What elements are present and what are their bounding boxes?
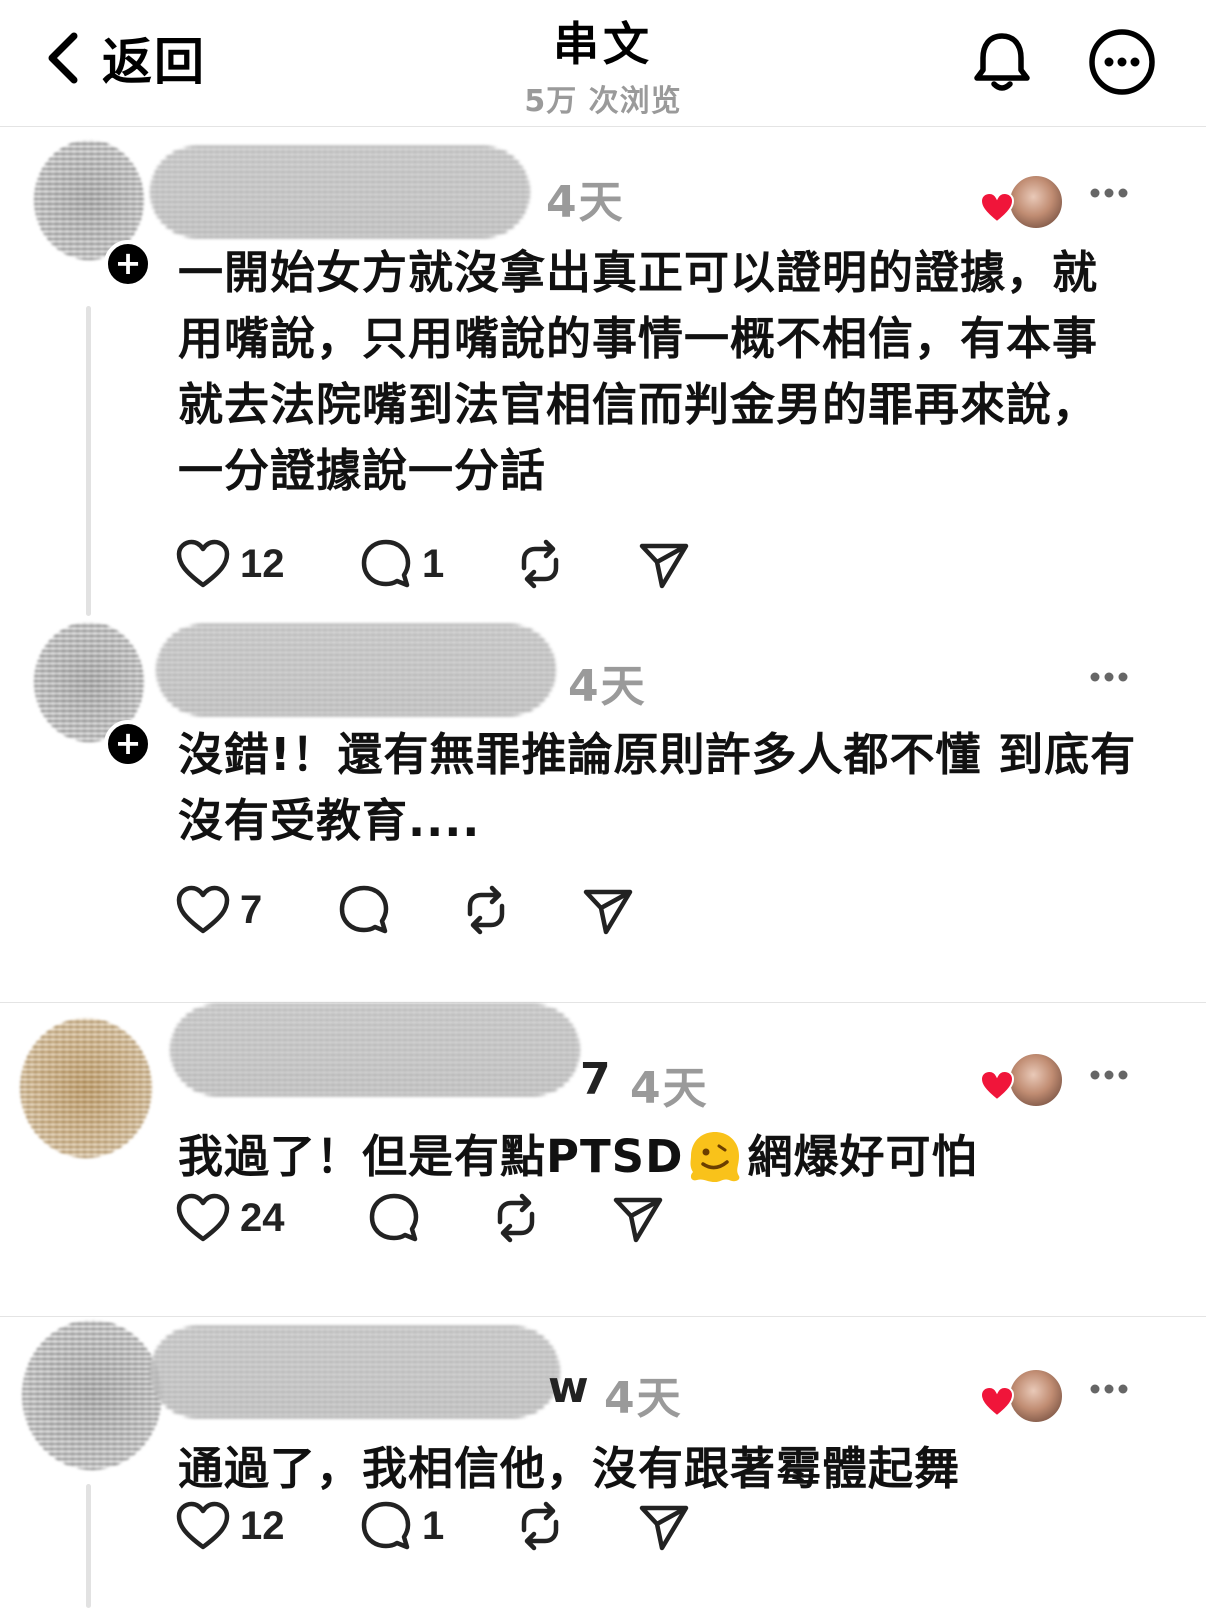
share-button[interactable] — [582, 880, 634, 940]
share-button[interactable] — [638, 1496, 690, 1556]
comment-more-button[interactable] — [1088, 180, 1130, 210]
author-avatar — [1008, 1052, 1064, 1108]
username[interactable] — [170, 1004, 580, 1096]
heart-outline-icon — [176, 885, 230, 934]
reply-button[interactable]: 1 — [360, 534, 444, 594]
notifications-button[interactable] — [968, 28, 1036, 100]
avatar[interactable] — [20, 1018, 152, 1158]
share-button[interactable] — [612, 1188, 664, 1248]
divider — [0, 1316, 1206, 1317]
melting-face-emoji — [690, 1132, 740, 1182]
reply-count: 1 — [422, 541, 445, 586]
reply-button[interactable]: 1 — [360, 1496, 444, 1556]
repost-button[interactable] — [490, 1188, 542, 1248]
like-button[interactable]: 7 — [176, 880, 262, 940]
repost-icon — [521, 539, 559, 589]
comment-more-button[interactable] — [1088, 1376, 1130, 1406]
reply-button[interactable] — [368, 1188, 420, 1248]
author-avatar — [1008, 174, 1064, 230]
send-icon — [583, 889, 633, 935]
action-bar: 12 1 — [176, 534, 716, 594]
author-avatar — [1008, 1368, 1064, 1424]
more-circle-icon — [1088, 29, 1156, 100]
like-count: 24 — [240, 1195, 285, 1240]
send-icon — [613, 1197, 663, 1243]
timestamp: 4天 — [546, 177, 625, 228]
repost-button[interactable] — [514, 1496, 566, 1556]
reply-count: 1 — [422, 1503, 445, 1548]
bell-icon — [968, 33, 1036, 100]
comment-bubble-icon — [361, 539, 411, 588]
reply-button[interactable] — [338, 880, 390, 940]
repost-button[interactable] — [514, 534, 566, 594]
comment-text: 通過了，我相信他，沒有跟著霉體起舞 — [178, 1442, 961, 1495]
send-icon — [639, 543, 689, 589]
follow-button[interactable]: + — [104, 240, 152, 288]
comment-bubble-icon — [361, 1501, 411, 1550]
comment-bubble-icon — [339, 885, 389, 934]
top-bar: 返回 串文 5万 次浏览 — [0, 0, 1206, 127]
divider — [0, 1002, 1206, 1003]
ellipsis-icon — [1090, 188, 1128, 198]
follow-button[interactable]: + — [104, 720, 152, 768]
ellipsis-icon — [1090, 672, 1128, 682]
timestamp: 4天 — [568, 661, 647, 712]
heart-filled-icon — [980, 1386, 1014, 1418]
username-suffix: w — [548, 1362, 589, 1413]
action-bar: 12 1 — [176, 1496, 716, 1556]
comment-text-before: 我過了！但是有點PTSD — [178, 1130, 684, 1183]
action-bar: 7 — [176, 880, 656, 940]
username[interactable] — [150, 146, 530, 238]
like-button[interactable]: 12 — [176, 1496, 285, 1556]
thread-line — [86, 306, 91, 616]
heart-outline-icon — [176, 1501, 230, 1550]
plus-icon: + — [114, 244, 142, 282]
username[interactable] — [156, 624, 556, 716]
heart-filled-icon — [980, 1070, 1014, 1102]
ellipsis-icon — [1090, 1384, 1128, 1394]
username-suffix: 7 — [580, 1054, 611, 1105]
share-button[interactable] — [638, 534, 690, 594]
like-count: 12 — [240, 1503, 285, 1548]
more-options-button[interactable] — [1088, 28, 1156, 100]
comment-text: 沒錯!！還有無罪推論原則許多人都不懂 到底有沒有受教育.... — [178, 728, 1137, 847]
comment-bubble-icon — [369, 1193, 419, 1242]
comment-text-after: 網爆好可怕 — [747, 1130, 978, 1183]
repost-icon — [497, 1193, 535, 1243]
like-count: 12 — [240, 541, 285, 586]
repost-icon — [467, 885, 505, 935]
avatar[interactable] — [22, 1320, 162, 1470]
timestamp: 4天 — [604, 1373, 683, 1424]
heart-filled-icon — [980, 192, 1014, 224]
repost-button[interactable] — [460, 880, 512, 940]
thread-line — [86, 1484, 91, 1608]
author-liked-badge — [980, 174, 1064, 230]
author-liked-badge — [980, 1368, 1064, 1424]
heart-outline-icon — [176, 539, 230, 588]
send-icon — [639, 1505, 689, 1551]
plus-icon: + — [114, 724, 142, 762]
like-button[interactable]: 12 — [176, 534, 285, 594]
author-liked-badge — [980, 1052, 1064, 1108]
comment-text: 一開始女方就沒拿出真正可以證明的證據，就用嘴說，只用嘴說的事情一概不相信，有本事… — [178, 246, 1099, 497]
action-bar: 24 — [176, 1188, 696, 1248]
repost-icon — [521, 1501, 559, 1551]
like-button[interactable]: 24 — [176, 1188, 285, 1248]
comment-text: 我過了！但是有點PTSD 網爆好可怕 — [178, 1124, 1158, 1190]
comment-more-button[interactable] — [1088, 1062, 1130, 1092]
timestamp: 4天 — [630, 1063, 709, 1114]
username[interactable] — [150, 1326, 560, 1418]
like-count: 7 — [240, 887, 263, 932]
comment-more-button[interactable] — [1088, 664, 1130, 694]
heart-outline-icon — [176, 1193, 230, 1242]
ellipsis-icon — [1090, 1070, 1128, 1080]
